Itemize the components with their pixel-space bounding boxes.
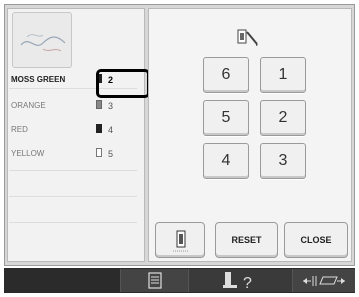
- thread-order-screen: MOSS GREEN 2 ORANGE 3 RED 4 YELLOW 5 6 1…: [0, 0, 359, 297]
- thread-number: 4: [108, 125, 114, 135]
- row-separator: [9, 196, 137, 197]
- thread-row-orange[interactable]: ORANGE 3: [9, 96, 137, 114]
- selected-thread-highlight: [96, 69, 150, 98]
- order-key-4[interactable]: 4: [203, 143, 249, 179]
- spool-icon: [95, 123, 103, 134]
- order-key-2[interactable]: 2: [260, 100, 306, 136]
- close-button[interactable]: CLOSE: [284, 222, 348, 258]
- thread-name: RED: [11, 125, 28, 134]
- spool-icon: [95, 99, 103, 110]
- row-separator: [9, 222, 137, 223]
- width-adjust-icon: [303, 276, 345, 286]
- thread-number: 5: [108, 149, 114, 159]
- thread-name: MOSS GREEN: [11, 75, 66, 84]
- width-adjust-button[interactable]: [293, 269, 355, 292]
- thread-row-red[interactable]: RED 4: [9, 120, 137, 138]
- help-icon: ?: [223, 272, 252, 292]
- order-key-1[interactable]: 1: [260, 57, 306, 93]
- thread-name: ORANGE: [11, 101, 46, 110]
- spool-order-button[interactable]: [155, 222, 205, 258]
- embroidery-pattern-icon: [20, 34, 66, 52]
- help-button[interactable]: ?: [189, 269, 293, 292]
- svg-text:?: ?: [243, 275, 252, 292]
- thread-number: 3: [108, 101, 114, 111]
- bottom-bar: ?: [4, 268, 355, 293]
- order-key-5[interactable]: 5: [203, 100, 249, 136]
- document-button[interactable]: [121, 269, 189, 292]
- spool-icon: [95, 147, 103, 158]
- document-icon: [148, 272, 162, 289]
- spool-order-icon: [173, 230, 189, 252]
- thread-row-yellow[interactable]: YELLOW 5: [9, 144, 137, 162]
- bottom-bar-blank: [4, 269, 121, 292]
- order-key-6[interactable]: 6: [203, 57, 249, 93]
- embroidery-preview: [12, 12, 72, 68]
- reset-button[interactable]: RESET: [215, 222, 278, 258]
- order-key-3[interactable]: 3: [260, 143, 306, 179]
- row-separator: [9, 170, 137, 171]
- spool-edit-icon: [237, 29, 258, 46]
- thread-name: YELLOW: [11, 149, 45, 158]
